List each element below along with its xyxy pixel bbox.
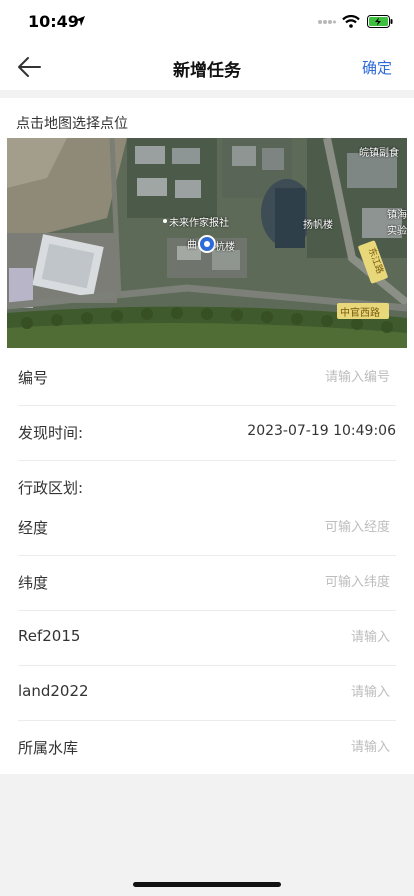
field-row-found-time: 发现时间: 2023-07-19 10:49:06 <box>18 405 396 461</box>
satellite-map[interactable]: 未来作家报社 曲 杭楼 扬帆楼 皖镇副食 镇海 实验 东江路 中官西路 <box>7 138 407 348</box>
map-label: 曲 <box>187 240 197 251</box>
field-label: 纬度 <box>18 574 49 592</box>
map-label: 扬帆楼 <box>303 220 333 231</box>
field-row-reservoir: 所属水库 <box>18 720 396 775</box>
map-label: 皖镇副食 <box>359 148 399 159</box>
road-label: 中官西路 <box>340 308 380 319</box>
signal-icon <box>318 20 336 24</box>
nav-bar: 新增任务 确定 <box>0 44 414 90</box>
map-card: 点击地图选择点位 未来作家报社 曲 杭楼 扬帆楼 皖镇副食 镇海 实验 东江路 … <box>0 98 414 350</box>
field-row-longitude: 经度 <box>18 500 396 556</box>
map-label: 镇海 <box>387 210 407 221</box>
map-hint: 点击地图选择点位 <box>16 116 128 132</box>
map-label: 杭楼 <box>215 242 235 253</box>
field-label: land2022 <box>18 682 89 700</box>
field-row-code: 编号 <box>18 350 396 406</box>
field-label: Ref2015 <box>18 627 81 645</box>
longitude-input[interactable] <box>190 513 396 541</box>
field-label: 行政区划: <box>18 479 84 497</box>
field-row-ref2015: Ref2015 <box>18 610 396 666</box>
map-label: 实验 <box>387 226 407 237</box>
field-row-land2022: land2022 <box>18 665 396 721</box>
home-indicator[interactable] <box>133 882 281 887</box>
map-label: 未来作家报社 <box>169 218 229 229</box>
latitude-input[interactable] <box>190 568 396 596</box>
task-form: 编号 发现时间: 2023-07-19 10:49:06 行政区划: 经度 纬度… <box>0 350 414 774</box>
status-bar: 10:49 <box>0 0 414 44</box>
field-label: 发现时间: <box>18 424 84 442</box>
field-row-latitude: 纬度 <box>18 555 396 611</box>
battery-charging-icon <box>367 15 393 28</box>
field-label: 所属水库 <box>18 739 79 757</box>
field-label: 编号 <box>18 369 49 387</box>
reservoir-input[interactable] <box>190 733 396 761</box>
code-input[interactable] <box>190 363 396 391</box>
confirm-button[interactable]: 确定 <box>362 57 392 78</box>
location-arrow-icon <box>75 16 85 26</box>
field-label: 经度 <box>18 519 49 537</box>
wifi-icon <box>342 15 360 28</box>
found-time-value[interactable]: 2023-07-19 10:49:06 <box>247 423 396 439</box>
page-title: 新增任务 <box>173 61 241 81</box>
land2022-input[interactable] <box>190 678 396 706</box>
status-time: 10:49 <box>28 12 79 31</box>
ref2015-input[interactable] <box>190 623 396 651</box>
